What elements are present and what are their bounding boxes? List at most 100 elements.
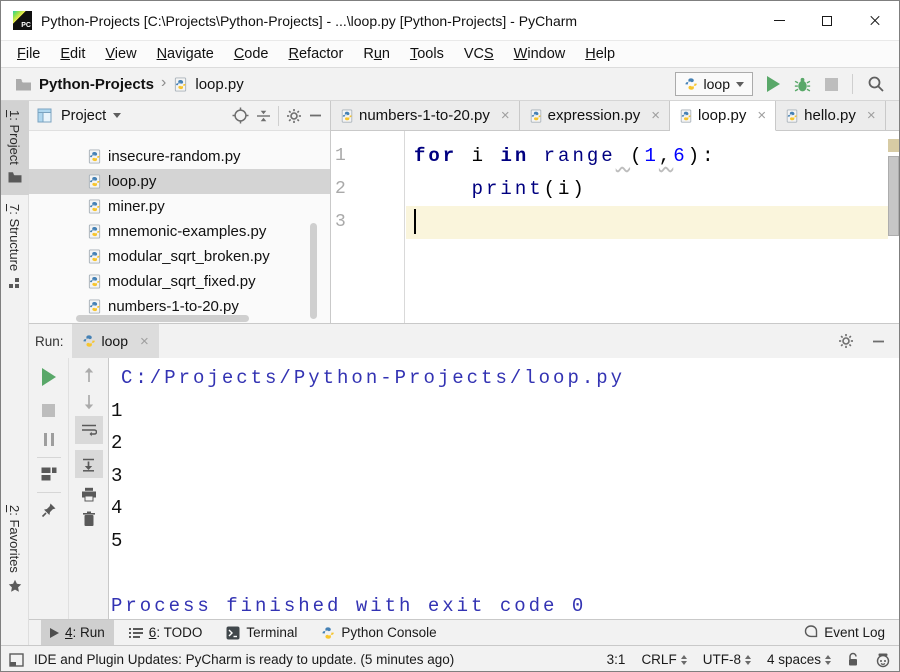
maximize-button[interactable] [803,1,851,40]
menu-vcs[interactable]: VCS [454,46,504,62]
console-exit-message: Process finished with exit code 0 [111,590,900,621]
pycharm-window: PC Python-Projects [C:\Projects\Python-P… [0,0,900,672]
window-controls [755,1,899,40]
text-cursor [414,209,416,234]
print-button[interactable] [81,487,97,502]
tree-item-selected[interactable]: loop.py [29,169,330,194]
tree-item[interactable]: miner.py [29,194,330,219]
editor-tab[interactable]: expression.py [520,101,670,130]
run-configuration-select[interactable]: loop [675,72,753,96]
indent-select[interactable]: 4 spaces [767,652,831,667]
tree-vertical-scrollbar[interactable] [310,223,317,319]
python-file-icon [529,109,543,123]
close-tab-icon[interactable] [651,108,660,123]
caret-position[interactable]: 3:1 [607,652,626,667]
tree-item[interactable]: mnemonic-examples.py [29,219,330,244]
run-button[interactable] [767,76,780,92]
code-editor[interactable]: 1 2 3 for i in range (1,6): print(i) [331,131,900,323]
gear-icon[interactable] [838,333,854,349]
toolwindow-tab-terminal[interactable]: Terminal [217,620,306,645]
unlocked-icon[interactable] [847,652,859,667]
editor-scrollbar[interactable] [888,156,899,236]
code-line-3 [414,206,887,239]
debug-button[interactable] [794,76,811,93]
event-log-icon [804,625,818,640]
close-tab-icon[interactable] [501,108,510,123]
close-button[interactable] [851,1,899,40]
toolwindow-tab-run[interactable]: 4: Run [41,620,114,645]
project-view-dropdown-icon[interactable] [113,113,121,118]
breadcrumb-project[interactable]: Python-Projects [39,76,154,93]
locate-file-icon[interactable] [232,107,249,124]
inspections-profile-icon[interactable] [875,652,891,668]
menu-run[interactable]: Run [353,46,400,62]
hide-panel-icon[interactable] [309,109,322,122]
search-everywhere-button[interactable] [867,75,885,93]
console-options-toolbar [69,358,109,620]
tree-item[interactable]: insecure-random.py [29,144,330,169]
menu-window[interactable]: Window [504,46,576,62]
window-title: Python-Projects [C:\Projects\Python-Proj… [41,13,577,29]
toolwindow-tab-todo[interactable]: 6: TODO [120,620,212,645]
python-file-icon [87,274,102,289]
up-arrow-button[interactable] [82,367,96,384]
breadcrumb-file[interactable]: loop.py [195,76,243,93]
stop-button[interactable] [42,404,55,417]
toolbar-divider [852,74,853,94]
line-separator-select[interactable]: CRLF [641,652,686,667]
editor-tabs: numbers-1-to-20.py expression.py loop.py… [331,101,900,131]
editor-tab[interactable]: numbers-1-to-20.py [331,101,520,130]
hide-panel-icon[interactable] [872,335,885,348]
menu-code[interactable]: Code [224,46,279,62]
run-toolbar: loop [675,72,885,96]
pycharm-logo-text: PC [21,22,31,29]
menu-navigate[interactable]: Navigate [147,46,224,62]
project-panel-title[interactable]: Project [61,108,106,124]
menu-edit[interactable]: Edit [50,46,95,62]
down-arrow-button[interactable] [82,393,96,410]
warning-stripe-mark[interactable] [888,139,899,152]
todo-list-icon [129,627,143,639]
clear-console-button[interactable] [82,511,96,527]
tree-item[interactable]: modular_sqrt_fixed.py [29,269,330,294]
menu-help[interactable]: Help [575,46,625,62]
tree-horizontal-scrollbar[interactable] [76,315,249,322]
menu-tools[interactable]: Tools [400,46,454,62]
encoding-select[interactable]: UTF-8 [703,652,751,667]
editor-gutter: 1 2 3 [331,131,405,323]
toolwindow-tab-project[interactable]: 1: Project [1,101,29,195]
pause-output-button[interactable] [44,433,54,446]
gear-icon[interactable] [286,108,302,124]
close-tab-icon[interactable] [140,334,149,349]
minimize-button[interactable] [755,1,803,40]
maximize-icon [822,16,832,26]
editor-tab[interactable]: hello.py [776,101,885,130]
pycharm-logo-icon: PC [13,11,32,30]
scroll-to-end-toggle[interactable] [75,450,103,478]
python-icon [82,334,96,348]
toolwindow-tab-structure[interactable]: 7: Structure [1,195,29,301]
collapse-all-icon[interactable] [256,108,271,124]
tree-item[interactable]: modular_sqrt_broken.py [29,244,330,269]
stop-button[interactable] [825,78,838,91]
soft-wrap-toggle[interactable] [75,416,103,444]
menu-file[interactable]: File [7,46,50,62]
restore-layout-button[interactable] [41,467,57,481]
code-text: for i in range (1,6): print(i) [406,131,887,239]
close-tab-icon[interactable] [757,108,766,123]
toolwindow-tab-python-console[interactable]: Python Console [312,620,445,645]
menu-view[interactable]: View [95,46,146,62]
rerun-button[interactable] [42,368,56,386]
toolwindow-tab-favorites[interactable]: 2: Favorites [1,496,29,605]
menu-refactor[interactable]: Refactor [279,46,354,62]
close-icon [869,15,881,27]
python-file-icon [87,199,102,214]
event-log-button[interactable]: Event Log [804,625,885,640]
toolwindow-switcher-icon[interactable] [9,653,24,667]
close-tab-icon[interactable] [867,108,876,123]
editor-tab-active[interactable]: loop.py [670,101,776,131]
pin-button[interactable] [41,502,57,519]
navigation-toolbar: Python-Projects › loop.py loop [1,68,899,101]
python-file-icon [87,299,102,314]
run-tab[interactable]: loop [72,324,159,358]
